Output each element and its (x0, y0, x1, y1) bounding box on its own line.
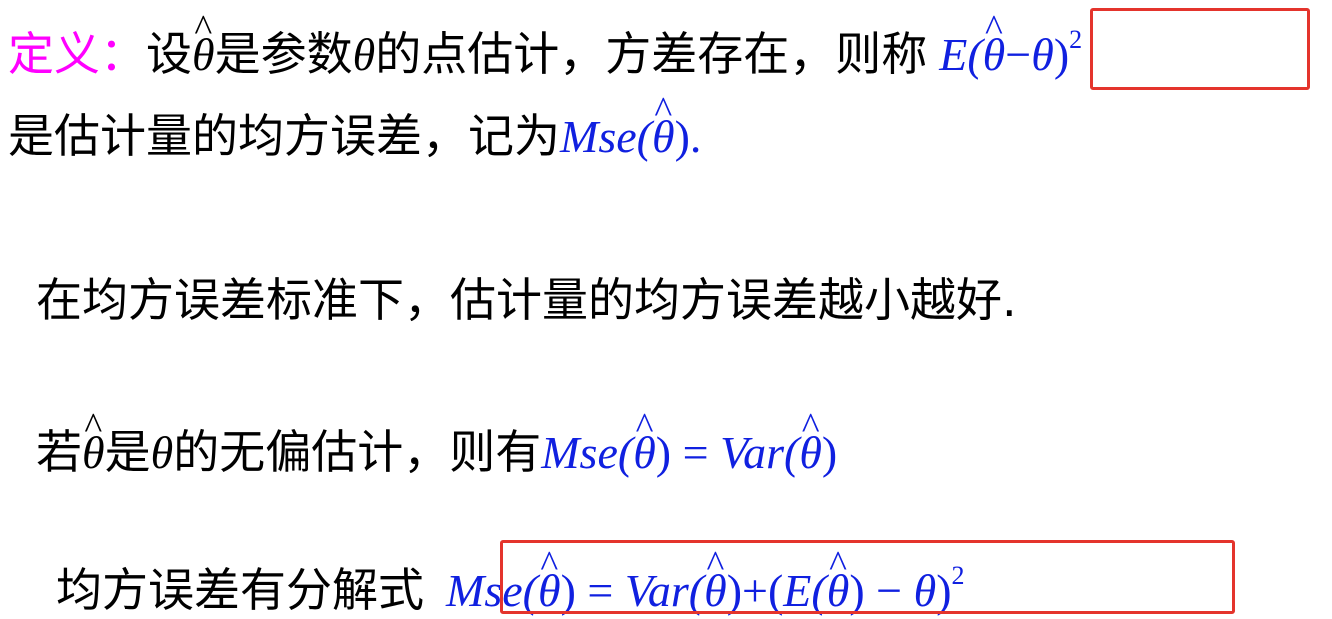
unbiased-line: 若 ^ θ是θ的无偏估计，则有Mse(^ θ) = Var(^ θ) (36, 406, 838, 481)
theta-symbol: θ (352, 29, 376, 80)
unbiased-text-1: 若 (36, 425, 82, 479)
theta-hat-symbol: ^ θ (192, 8, 215, 80)
definition-text-3: 的点估计，方差存在，则称 (375, 27, 928, 81)
highlight-box-decomposition (500, 540, 1235, 614)
mse-definition-expression: E(^ θ−θ)2 (939, 8, 1083, 80)
definition-label: 定义： (8, 27, 146, 81)
decomposition-label: 均方误差有分解式 (56, 563, 424, 617)
definition-line-2: 是估计量的均方误差，记为Mse(^ θ). (8, 90, 702, 165)
definition-text-4: 是估计量的均方误差，记为 (8, 109, 560, 163)
unbiased-text-2: 是 (104, 425, 151, 479)
definition-line-1: 定义：设 ^ θ是参数θ的点估计，方差存在，则称 E(^ θ−θ)2 (8, 8, 1083, 83)
definition-text-2: 是参数 (214, 27, 353, 81)
theta-symbol: θ (150, 427, 174, 478)
criterion-text: 在均方误差标准下，估计量的均方误差越小越好. (36, 273, 1017, 327)
mse-notation: Mse(^ θ). (560, 90, 702, 162)
definition-text-1: 设 (146, 27, 192, 81)
unbiased-text-3: 的无偏估计，则有 (173, 425, 542, 479)
unbiased-equation: Mse(^ θ) = Var(^ θ) (541, 406, 838, 478)
criterion-line: 在均方误差标准下，估计量的均方误差越小越好. (36, 272, 1017, 328)
highlight-box-definition (1090, 8, 1310, 90)
theta-hat-symbol: ^ θ (82, 406, 105, 478)
